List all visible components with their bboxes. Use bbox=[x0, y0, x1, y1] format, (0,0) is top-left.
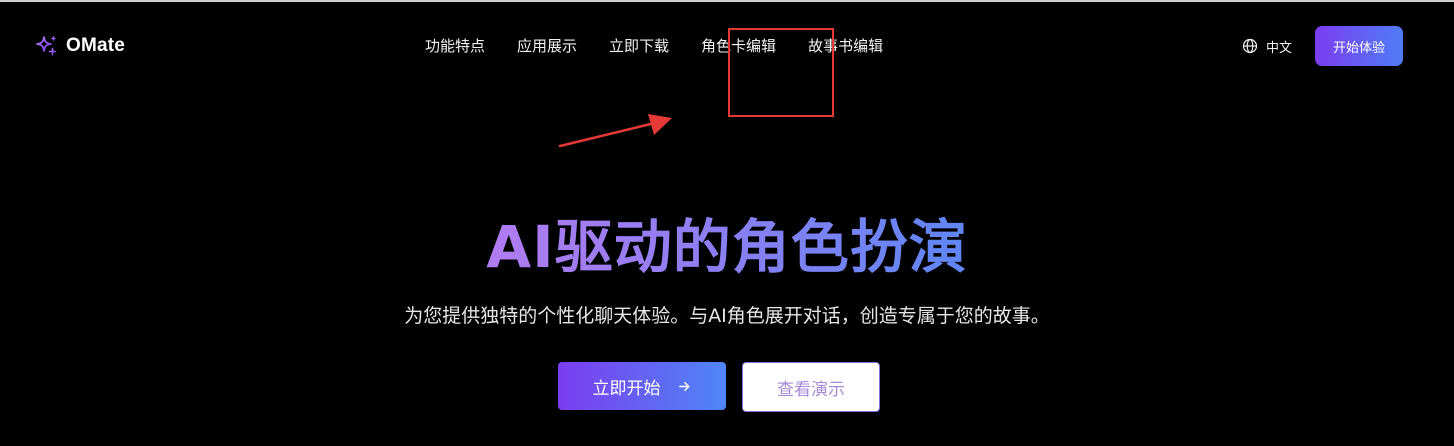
annotation-arrow-icon bbox=[558, 114, 672, 148]
nav-item-download[interactable]: 立即下载 bbox=[609, 33, 669, 59]
window-top-border bbox=[0, 0, 1454, 2]
get-started-label: 立即开始 bbox=[592, 378, 661, 399]
nav-item-features[interactable]: 功能特点 bbox=[425, 33, 485, 59]
hero-title: AI驱动的角色扮演 bbox=[0, 205, 1454, 289]
page: OMate 功能特点 应用展示 立即下载 角色卡编辑 故事书编辑 中文 开始体验… bbox=[0, 0, 1454, 446]
hero-subtitle: 为您提供独特的个性化聊天体验。与AI角色展开对话，创造专属于您的故事。 bbox=[404, 305, 1050, 327]
nav-item-storybook-editor[interactable]: 故事书编辑 bbox=[808, 33, 883, 59]
nav-item-showcase[interactable]: 应用展示 bbox=[517, 33, 577, 59]
sparkle-icon bbox=[34, 34, 58, 58]
brand-logo-link[interactable]: OMate bbox=[34, 31, 125, 61]
hero-title-text: AI驱动的角色扮演 bbox=[486, 205, 967, 289]
globe-icon bbox=[1242, 38, 1258, 54]
view-demo-button[interactable]: 查看演示 bbox=[742, 362, 880, 412]
start-experience-button[interactable]: 开始体验 bbox=[1315, 26, 1403, 66]
get-started-button[interactable]: 立即开始 bbox=[558, 362, 726, 410]
arrow-right-icon bbox=[677, 379, 692, 394]
language-label: 中文 bbox=[1266, 40, 1293, 56]
nav-item-character-card-editor[interactable]: 角色卡编辑 bbox=[701, 33, 776, 59]
main-nav: 功能特点 应用展示 立即下载 角色卡编辑 故事书编辑 bbox=[425, 33, 883, 59]
language-switcher[interactable]: 中文 bbox=[1242, 33, 1292, 59]
brand-name: OMate bbox=[66, 35, 126, 56]
